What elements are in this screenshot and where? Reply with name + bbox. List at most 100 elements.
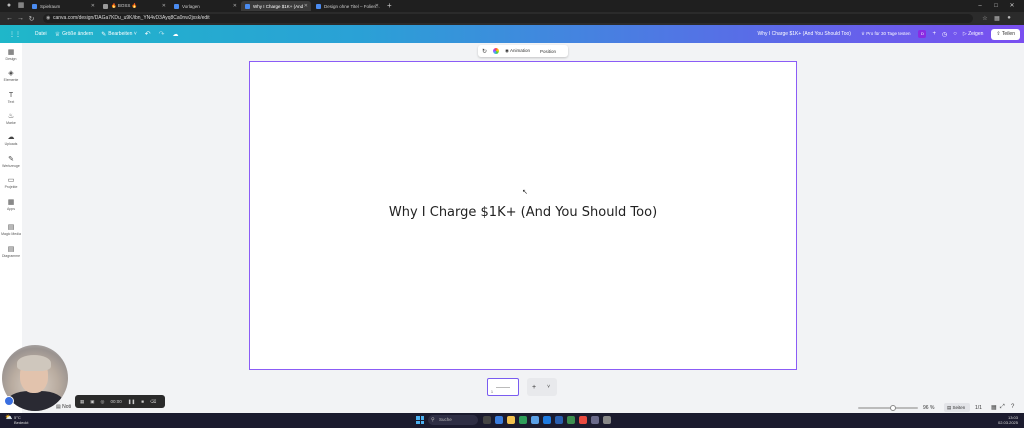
zoom-slider[interactable] (858, 407, 918, 409)
sidebar-item-projects[interactable]: ▭ Projekte (0, 177, 22, 190)
canvas-title-text[interactable]: Why I Charge $1K+ (And You Should Too) (250, 205, 796, 220)
document-title[interactable]: Why I Charge $1K+ (And You Should Too) (758, 31, 851, 37)
file-menu[interactable]: Datei (35, 31, 47, 37)
design-canvas[interactable]: Why I Charge $1K+ (And You Should Too) ↖ (249, 61, 797, 370)
sidebar-item-brand[interactable]: ♨ Marke (0, 113, 22, 126)
file-explorer-icon[interactable] (507, 416, 515, 424)
present-button[interactable]: ▷ Zeigen (963, 31, 984, 37)
page-thumbnail[interactable]: 1 (487, 378, 519, 396)
sidebar-item-apps[interactable]: ▦ Apps (0, 199, 22, 212)
sidebar-item-tools[interactable]: ✎ Werkzeuge (0, 156, 22, 169)
close-window-icon[interactable]: ✕ (1004, 0, 1020, 12)
sidebar-item-uploads[interactable]: ☁ Uploads (0, 134, 22, 147)
pro-trial-button[interactable]: ♕ Pro für 30 Tage testen (861, 31, 911, 37)
browser-tab[interactable]: Vorlagen ✕ (170, 1, 240, 11)
delete-icon[interactable]: ⌫ (150, 399, 156, 405)
redo-icon[interactable]: ↷ (159, 30, 165, 38)
pause-icon[interactable]: ❚❚ (128, 399, 136, 405)
grid-icon[interactable]: ▦ (80, 399, 84, 405)
magic-media-icon: ▤ (7, 224, 15, 231)
notes-button[interactable]: ▤ Noti (56, 404, 71, 410)
site-info-icon[interactable]: ◉ (46, 14, 50, 23)
undo-icon[interactable]: ↶ (145, 30, 151, 38)
notes-icon: ▤ (56, 404, 61, 410)
shapes-icon: ◈ (8, 70, 14, 77)
new-tab-icon[interactable]: + (387, 1, 392, 11)
recorder-bar: ▦ ▣ ◎ 00:00 ❚❚ ■ ⌫ (75, 395, 165, 408)
add-collaborator-icon[interactable]: + (932, 31, 936, 37)
edit-mode-button[interactable]: ✎ Bearbeiten ˅ (101, 31, 137, 38)
zoom-value[interactable]: 96 % (923, 405, 934, 411)
windows-start-icon[interactable] (416, 416, 424, 424)
system-clock[interactable]: 13:03 02.03.2025 (998, 415, 1018, 425)
weather-widget[interactable]: ⛅ 5°C Bedeckt (5, 415, 28, 425)
chevron-down-icon: ˅ (133, 31, 137, 37)
fullscreen-icon[interactable]: ⤢ (1000, 404, 1005, 411)
maximize-icon[interactable]: □ (988, 0, 1004, 12)
browser-address-bar: ← → ↻ ◉ canva.com/design/DAGa7KDu_u9K/ib… (0, 12, 1024, 25)
close-icon[interactable]: ✕ (233, 1, 237, 11)
url-field[interactable]: ◉ canva.com/design/DAGa7KDu_u9K/ibn_YN4v… (43, 14, 973, 23)
app-icon[interactable] (495, 416, 503, 424)
sidebar-item-design[interactable]: ▦ Design (0, 49, 22, 62)
bookmark-star-icon[interactable]: ☆ (979, 15, 991, 22)
chrome-icon[interactable] (579, 416, 587, 424)
edge-icon[interactable] (543, 416, 551, 424)
color-picker-icon[interactable] (493, 48, 500, 54)
app-icon[interactable] (591, 416, 599, 424)
sidebar-item-charts[interactable]: ▤ Diagramme (0, 246, 22, 259)
settings-icon[interactable] (603, 416, 611, 424)
mic-icon[interactable]: ◎ (101, 399, 105, 405)
excel-icon[interactable] (567, 416, 575, 424)
pages-button[interactable]: ▤ Seiten (944, 403, 970, 412)
browser-tab-active[interactable]: Why I Charge $1K+ (And ✕ (241, 1, 311, 11)
help-icon[interactable]: ? (1011, 404, 1014, 410)
resize-button[interactable]: ♕ Größe ändern (55, 31, 94, 38)
extensions-icon[interactable]: ▦ (991, 15, 1003, 22)
close-icon[interactable]: ✕ (304, 1, 308, 11)
close-icon[interactable]: ✕ (375, 1, 379, 11)
app-icon[interactable] (519, 416, 527, 424)
close-icon[interactable]: ✕ (162, 1, 166, 11)
cloud-save-icon[interactable]: ☁ (173, 31, 179, 38)
tab-list-icon[interactable]: ▦ (16, 1, 26, 11)
reload-icon[interactable]: ↻ (26, 15, 37, 23)
sidebar-item-elements[interactable]: ◈ Elemente (0, 70, 22, 83)
analytics-icon[interactable]: ◷ (942, 31, 947, 38)
refresh-icon[interactable]: ↻ (482, 48, 487, 55)
page-count: 1/1 (975, 405, 982, 411)
context-toolbar: ↻ ◉ Animation Position (478, 45, 568, 57)
profile-icon[interactable]: ● (1003, 15, 1015, 22)
comment-icon[interactable]: ○ (953, 31, 957, 37)
menu-icon[interactable]: ⋮⋮ (9, 31, 21, 38)
close-icon[interactable]: ✕ (91, 1, 95, 11)
share-icon: ⇧ (996, 30, 1001, 37)
forward-icon[interactable]: → (15, 15, 26, 22)
task-view-icon[interactable] (483, 416, 491, 424)
sidebar-item-magic-media[interactable]: ▤ Magic Media (0, 224, 22, 237)
present-icon: ▷ (962, 31, 967, 37)
zoom-slider-handle[interactable] (890, 405, 896, 411)
word-icon[interactable] (555, 416, 563, 424)
add-page-button[interactable]: + ˅ (527, 378, 557, 396)
browser-tab[interactable]: Spielraum ✕ (28, 1, 98, 11)
stop-icon[interactable]: ■ (141, 399, 144, 404)
share-button[interactable]: ⇧ Teilen (991, 28, 1020, 40)
sidebar-item-text[interactable]: T Text (0, 92, 22, 105)
mail-icon[interactable] (531, 416, 539, 424)
animation-button[interactable]: ◉ Animation (505, 48, 530, 54)
avatar[interactable]: D (918, 30, 927, 38)
browser-menu-icon[interactable]: ● (4, 1, 14, 11)
browser-tab[interactable]: 🔥 BOSS 🔥 ✕ (99, 1, 169, 11)
position-button[interactable]: Position (540, 49, 556, 54)
pencil-icon: ✎ (101, 31, 107, 38)
grid-view-icon[interactable]: ▦ (991, 404, 997, 411)
search-icon: ⚲ (431, 417, 435, 423)
chevron-down-icon[interactable]: ˅ (547, 384, 550, 390)
taskbar-search-input[interactable]: ⚲ Suche (428, 415, 478, 425)
camera-icon[interactable]: ▣ (90, 399, 94, 405)
chart-icon: ▤ (7, 246, 15, 253)
minimize-icon[interactable]: – (972, 0, 988, 12)
back-icon[interactable]: ← (4, 15, 15, 22)
browser-tab[interactable]: Design ohne Titel – Folien... ✕ (312, 1, 382, 11)
